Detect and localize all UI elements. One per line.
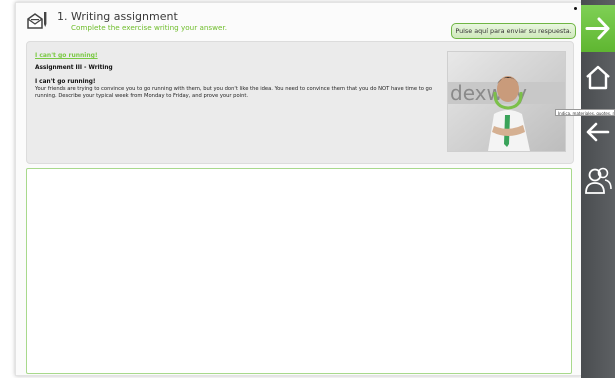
arrow-right-icon (585, 17, 610, 40)
assignment-body: Your friends are trying to convince you … (35, 86, 433, 99)
home-icon (586, 65, 610, 90)
tooltip: Indica, materiales, quotes, rules... (555, 109, 615, 116)
users-button[interactable] (581, 164, 615, 198)
main-panel: 1. Writing assignment Complete the exerc… (15, 2, 582, 376)
header: 1. Writing assignment Complete the exerc… (16, 3, 581, 39)
assignment-heading: I can't go running! (35, 79, 96, 85)
back-button[interactable] (581, 116, 615, 148)
status-dot (574, 7, 577, 10)
assignment-panel: I can't go running! Assignment III - Wri… (26, 41, 574, 164)
answer-textarea[interactable] (27, 169, 571, 373)
writing-icon (26, 11, 48, 31)
next-button[interactable] (581, 5, 615, 52)
assignment-title: Assignment III - Writing (35, 65, 113, 71)
answer-area[interactable] (26, 168, 572, 374)
right-sidebar (581, 0, 615, 378)
arrow-left-icon (586, 122, 610, 142)
assignment-link[interactable]: I can't go running! (35, 52, 98, 59)
submit-answer-button[interactable]: Pulse aquí para enviar su respuesta. (451, 23, 576, 39)
home-button[interactable] (581, 62, 615, 94)
users-icon (585, 167, 612, 194)
page-title: 1. Writing assignment (57, 10, 178, 23)
assignment-photo: dexway (447, 51, 566, 152)
page-subtitle: Complete the exercise writing your answe… (71, 23, 228, 32)
